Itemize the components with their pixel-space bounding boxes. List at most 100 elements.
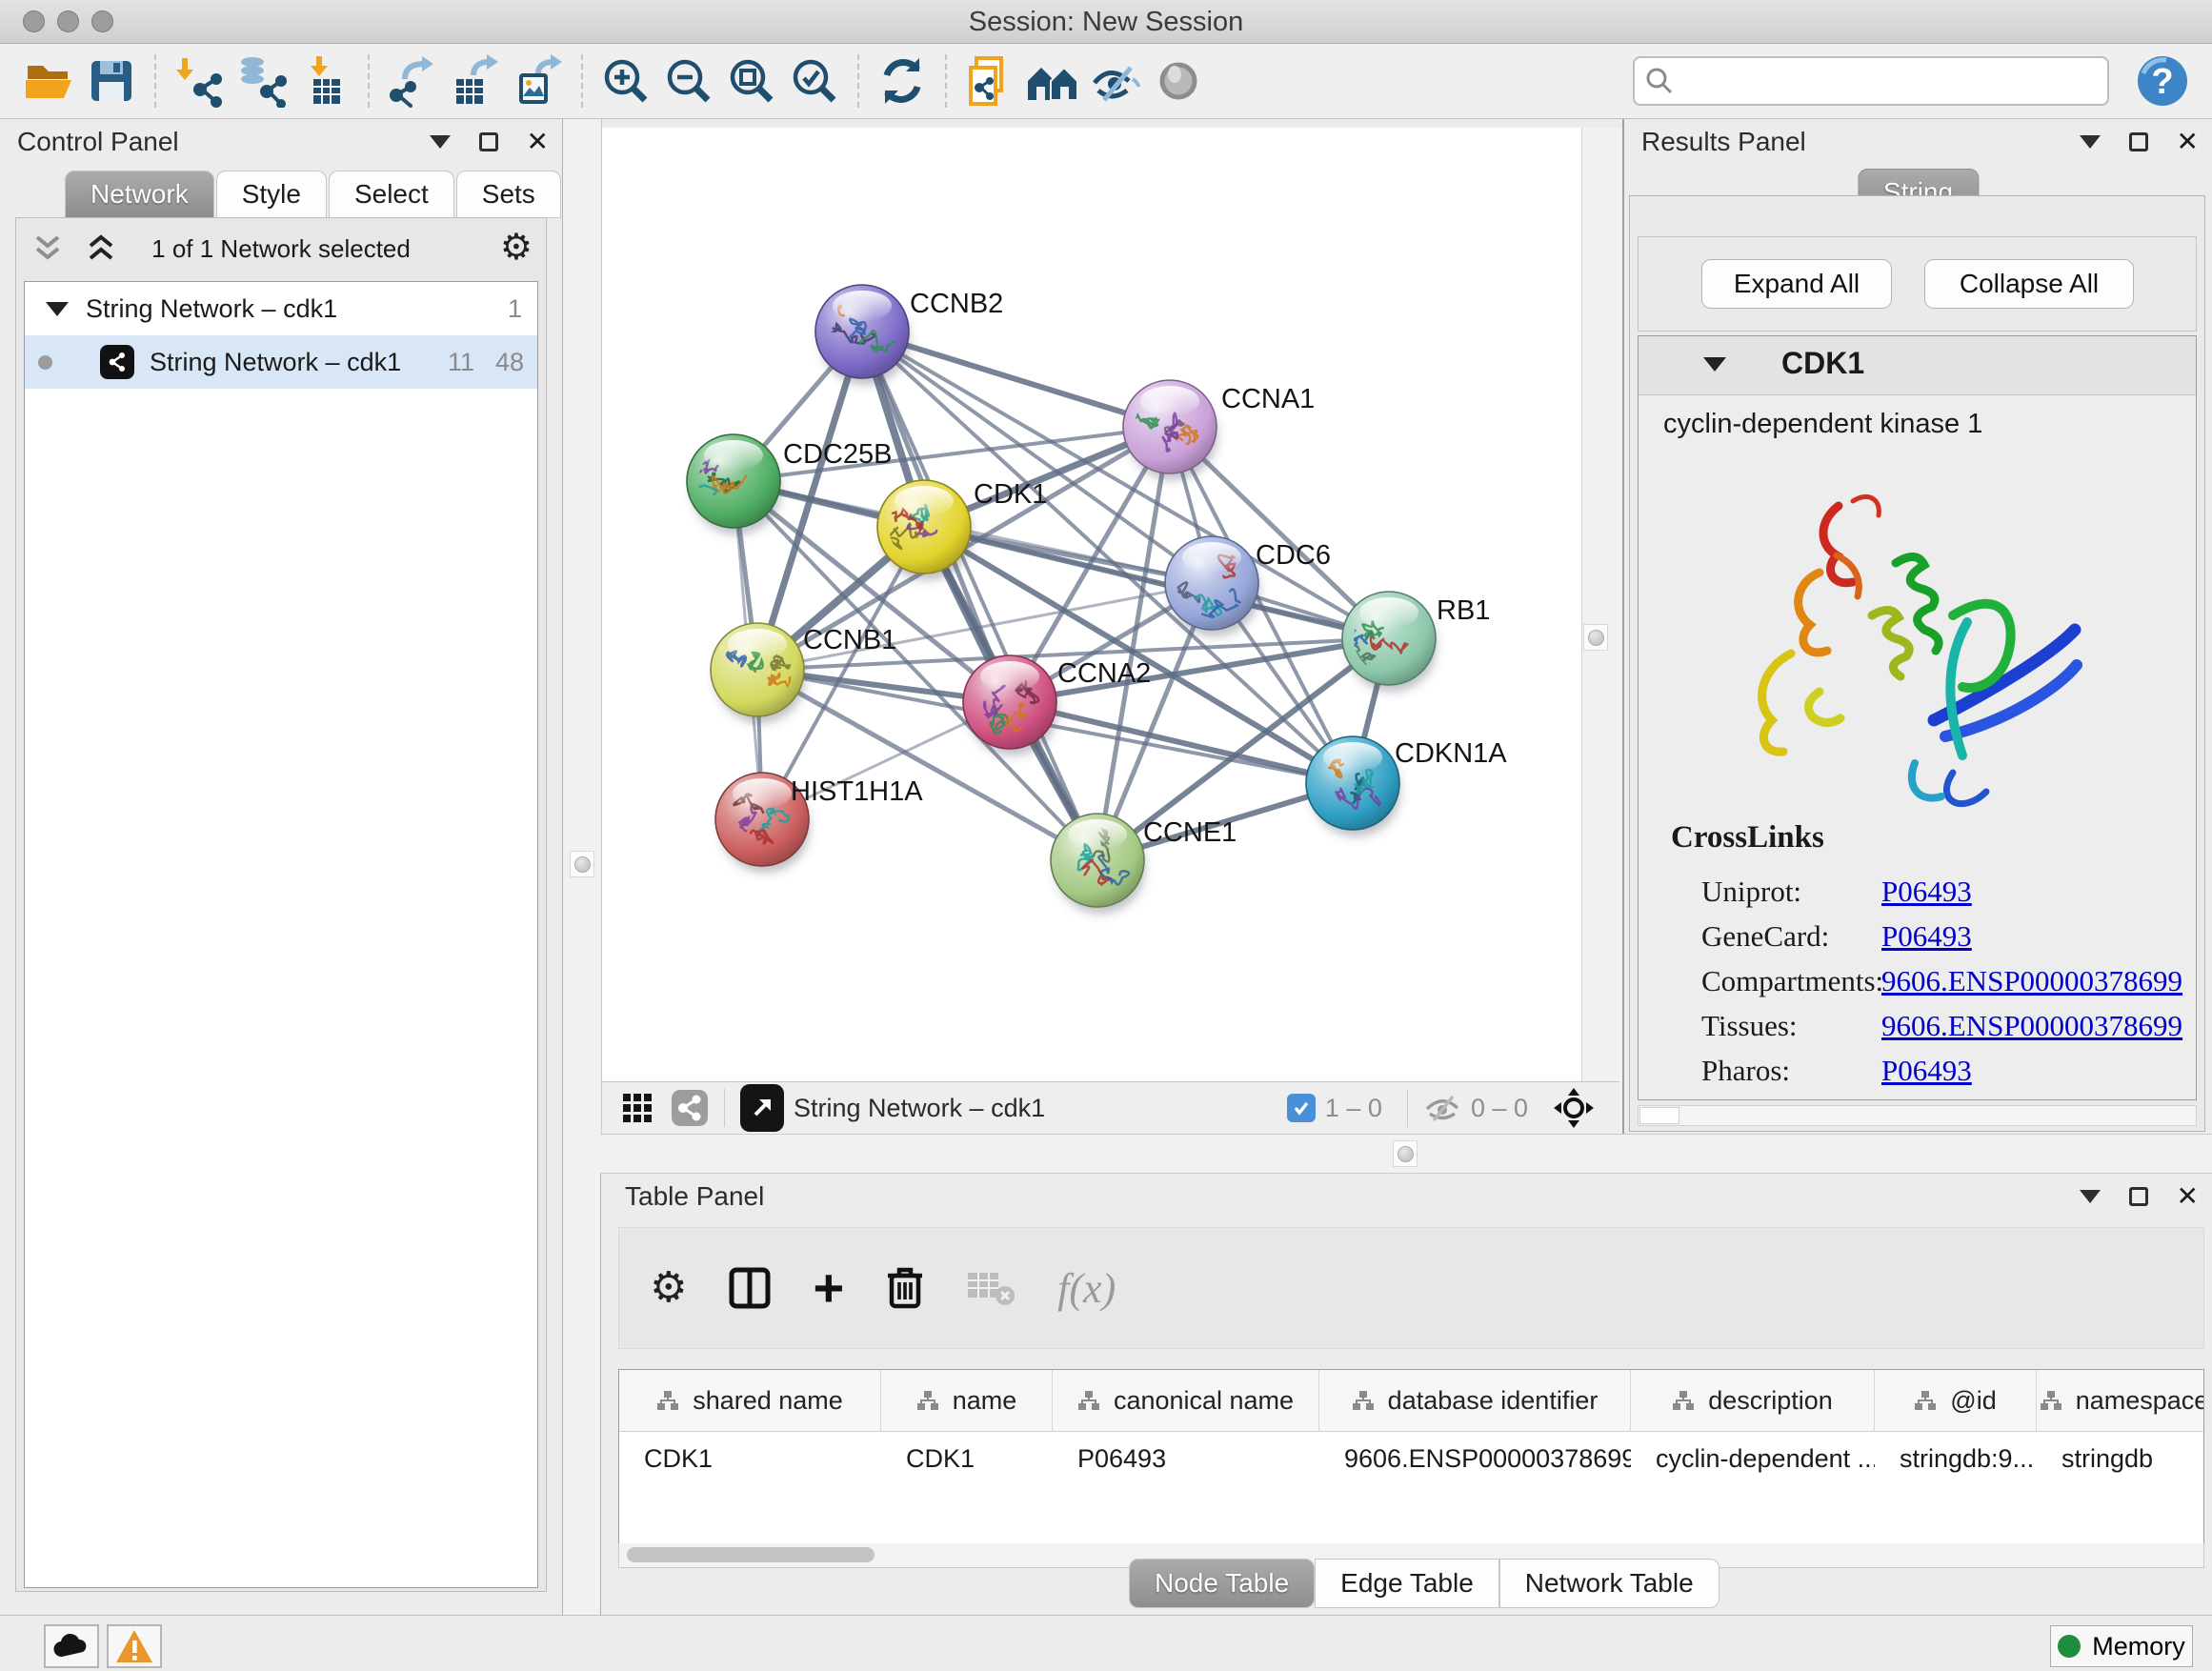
column-header-canonical-name[interactable]: canonical name: [1053, 1370, 1319, 1431]
search-input[interactable]: [1633, 56, 2109, 106]
tab-node-table[interactable]: Node Table: [1129, 1559, 1315, 1608]
import-network-database-button[interactable]: [231, 50, 293, 112]
import-table-icon: [298, 54, 352, 108]
crosslink-link[interactable]: P06493: [1881, 919, 1972, 954]
tab-network[interactable]: Network: [65, 171, 214, 218]
cloud-button[interactable]: [44, 1624, 99, 1668]
panel-close-icon[interactable]: ✕: [2177, 1187, 2199, 1206]
bottom-splitter[interactable]: [600, 1134, 2212, 1174]
column-type-icon: [1352, 1389, 1375, 1412]
right-splitter[interactable]: [1581, 128, 1622, 1134]
column-header-shared-name[interactable]: shared name: [619, 1370, 881, 1431]
panel-float-icon[interactable]: [2129, 1187, 2148, 1206]
table-cell[interactable]: cyclin-dependent ...: [1631, 1432, 1875, 1485]
gene-section-header[interactable]: CDK1: [1639, 336, 2196, 395]
tab-network-table[interactable]: Network Table: [1499, 1559, 1719, 1608]
delete-column-trash-icon[interactable]: [886, 1266, 924, 1310]
network-collection-row[interactable]: String Network – cdk1 1: [25, 282, 537, 335]
left-splitter[interactable]: [562, 119, 602, 1615]
memory-button[interactable]: Memory: [2050, 1625, 2193, 1667]
panel-collapse-icon[interactable]: [2080, 1190, 2101, 1203]
panel-float-icon[interactable]: [479, 132, 498, 151]
hide-selected-button[interactable]: [1084, 50, 1147, 112]
table-cell[interactable]: stringdb: [2037, 1432, 2204, 1485]
column-header-database-identifier[interactable]: database identifier: [1319, 1370, 1631, 1431]
network-row[interactable]: String Network – cdk1 11 48: [25, 335, 537, 389]
column-header-namespace[interactable]: namespace: [2037, 1370, 2204, 1431]
column-type-icon: [1672, 1389, 1695, 1412]
tab-edge-table[interactable]: Edge Table: [1315, 1559, 1499, 1608]
import-network-file-button[interactable]: [168, 50, 231, 112]
table-row[interactable]: CDK1CDK1P064939606.ENSP00000378699cyclin…: [619, 1432, 2203, 1485]
panel-close-icon[interactable]: ✕: [2177, 132, 2199, 151]
grid-view-icon[interactable]: [621, 1092, 654, 1124]
function-builder-icon[interactable]: f(x): [1057, 1264, 1116, 1313]
panel-float-icon[interactable]: [2129, 132, 2148, 151]
delete-table-icon[interactable]: [966, 1269, 1016, 1307]
crosslink-label: Pharos:: [1701, 1054, 1882, 1088]
section-expander-icon[interactable]: [1703, 357, 1726, 372]
network-from-selection-button[interactable]: [958, 50, 1021, 112]
apply-layout-button[interactable]: [871, 50, 934, 112]
table-cell[interactable]: CDK1: [881, 1432, 1053, 1485]
zoom-out-button[interactable]: [657, 50, 720, 112]
tab-select[interactable]: Select: [329, 171, 454, 218]
crosslink-link[interactable]: 9606.ENSP00000378699: [1881, 1009, 2182, 1043]
panel-resize-handle[interactable]: [1583, 624, 1608, 651]
first-neighbors-button[interactable]: [1021, 50, 1084, 112]
column-header-name[interactable]: name: [881, 1370, 1053, 1431]
network-options-gear-icon[interactable]: ⚙: [500, 230, 533, 266]
show-all-button[interactable]: [1147, 50, 1210, 112]
memory-status-dot: [2058, 1635, 2081, 1658]
zoom-fit-button[interactable]: [720, 50, 783, 112]
save-session-button[interactable]: [80, 50, 143, 112]
network-view-canvas[interactable]: CCNB2CCNA1CDC25BCDK1CDC6RB1CCNB1CCNA2CDK…: [602, 128, 1581, 1081]
tab-style[interactable]: Style: [216, 171, 327, 218]
export-network-button[interactable]: [381, 50, 444, 112]
network-share-icon[interactable]: [671, 1089, 709, 1127]
crosslink-link[interactable]: 9606.ENSP00000378699: [1881, 964, 2182, 998]
crosslink-link[interactable]: P06493: [1881, 1054, 1972, 1088]
results-scrollbar[interactable]: [1638, 1105, 2197, 1126]
collection-expander-icon[interactable]: [46, 302, 69, 316]
crosslink-link[interactable]: P06493: [1881, 875, 1972, 909]
network-view-title: String Network – cdk1: [794, 1094, 1045, 1123]
network-label: String Network – cdk1: [150, 348, 401, 377]
column-header-description[interactable]: description: [1631, 1370, 1875, 1431]
pan-crosshair-icon[interactable]: [1553, 1087, 1595, 1129]
import-table-button[interactable]: [293, 50, 356, 112]
export-image-icon: [512, 54, 565, 108]
panel-resize-handle[interactable]: [1393, 1140, 1418, 1167]
network-current-dot: [38, 355, 52, 370]
table-cell[interactable]: P06493: [1053, 1432, 1319, 1485]
column-header-@id[interactable]: @id: [1875, 1370, 2037, 1431]
birds-eye-view-button[interactable]: [740, 1084, 784, 1132]
show-columns-icon[interactable]: [729, 1267, 771, 1309]
table-cell[interactable]: 9606.ENSP00000378699: [1319, 1432, 1631, 1485]
warnings-button[interactable]: [107, 1624, 162, 1668]
network-edge[interactable]: [1010, 702, 1353, 783]
add-column-icon[interactable]: +: [813, 1269, 844, 1307]
table-cell[interactable]: CDK1: [619, 1432, 881, 1485]
panel-resize-handle[interactable]: [570, 851, 594, 877]
column-header-label: namespace: [2076, 1386, 2204, 1416]
table-cell[interactable]: stringdb:9...: [1875, 1432, 2037, 1485]
open-session-button[interactable]: [17, 50, 80, 112]
tab-sets[interactable]: Sets: [456, 171, 561, 218]
zoom-selected-button[interactable]: [783, 50, 846, 112]
panel-collapse-icon[interactable]: [430, 135, 451, 149]
export-table-button[interactable]: [444, 50, 507, 112]
panel-close-icon[interactable]: ✕: [527, 132, 549, 151]
export-image-button[interactable]: [507, 50, 570, 112]
collapse-all-button[interactable]: Collapse All: [1924, 259, 2134, 309]
window-titlebar: Session: New Session: [0, 0, 2212, 44]
selected-checkbox-icon[interactable]: [1287, 1094, 1316, 1122]
panel-collapse-icon[interactable]: [2080, 135, 2101, 149]
expand-all-button[interactable]: Expand All: [1701, 259, 1892, 309]
crosslink-label: Uniprot:: [1701, 875, 1882, 909]
crosslink-row: Compartments:9606.ENSP00000378699: [1639, 958, 2196, 1003]
table-options-gear-icon[interactable]: ⚙: [650, 1267, 687, 1309]
help-button[interactable]: ?: [2136, 54, 2189, 108]
expand-collapse-box: Expand All Collapse All: [1638, 236, 2197, 332]
zoom-in-button[interactable]: [594, 50, 657, 112]
